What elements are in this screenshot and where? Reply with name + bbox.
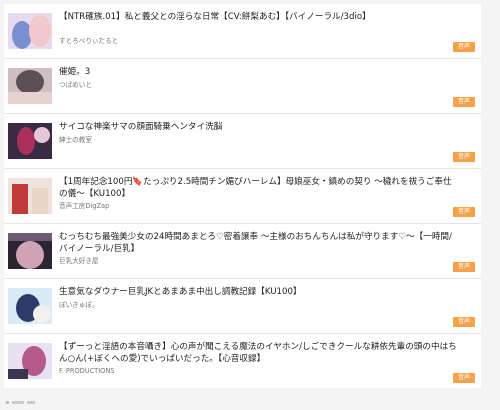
category-badge: 音声	[452, 42, 475, 52]
work-thumbnail[interactable]	[8, 13, 52, 49]
work-title[interactable]: 生意気なダウナー巨乳JKとあまあま中出し調教記録【KU100】	[59, 286, 457, 298]
category-badge: 音声	[452, 97, 475, 107]
category-badge: 音声	[452, 207, 475, 217]
circle-name[interactable]: すとろべりぃたると	[59, 37, 118, 46]
works-list: 【NTR確族.01】私と義父との淫らな日常【CV:餅梨あむ】【バイノーラル/3d…	[4, 4, 481, 388]
circle-name[interactable]: ぽいきゅぽ。	[59, 301, 99, 310]
list-item[interactable]: 【ずーっと淫語の本音囁き】心の声が聞こえる魔法のイヤホン/しごできクールな耕依先…	[4, 334, 481, 389]
work-title[interactable]: サイコな神楽サマの顔面騎乗ヘンタイ洗脳	[59, 121, 457, 133]
list-item[interactable]: サイコな神楽サマの顔面騎乗ヘンタイ洗脳 紳士の教室 音声	[4, 114, 481, 169]
work-title[interactable]: 【ずーっと淫語の本音囁き】心の声が聞こえる魔法のイヤホン/しごできクールな耕依先…	[59, 341, 457, 365]
work-thumbnail[interactable]	[8, 178, 52, 214]
list-item[interactable]: 生意気なダウナー巨乳JKとあまあま中出し調教記録【KU100】 ぽいきゅぽ。 音…	[4, 279, 481, 334]
list-item[interactable]: むっちむち最強美少女の24時間あまとろ♡密着譲奉 ～主様のおちんちんは私が守りま…	[4, 224, 481, 279]
work-thumbnail[interactable]	[8, 343, 52, 379]
category-badge: 音声	[452, 152, 475, 162]
work-title[interactable]: むっちむち最強美少女の24時間あまとろ♡密着譲奉 ～主様のおちんちんは私が守りま…	[59, 231, 457, 255]
work-thumbnail[interactable]	[8, 288, 52, 324]
work-thumbnail[interactable]	[8, 123, 52, 159]
category-badge: 音声	[452, 373, 475, 383]
circle-name[interactable]: 巨乳大好き屋	[59, 257, 99, 266]
work-title[interactable]: 催姫。3	[59, 66, 457, 78]
work-title[interactable]: 【1周年記念100円🔖たっぷり2.5時間チン媚びハーレム】母娘巫女・鎮めの契り …	[59, 176, 457, 200]
list-item[interactable]: 【NTR確族.01】私と義父との淫らな日常【CV:餅梨あむ】【バイノーラル/3d…	[4, 4, 481, 59]
list-item[interactable]: 催姫。3 つばめいと 音声	[4, 59, 481, 114]
category-badge: 音声	[452, 317, 475, 327]
circle-name[interactable]: つばめいと	[59, 81, 92, 90]
circle-name[interactable]: F. PRODUCTIONS	[59, 367, 114, 376]
work-thumbnail[interactable]	[8, 68, 52, 104]
work-thumbnail[interactable]	[8, 233, 52, 269]
circle-name[interactable]: 音声工房DigZap	[59, 202, 109, 211]
circle-name[interactable]: 紳士の教室	[59, 136, 92, 145]
work-title[interactable]: 【NTR確族.01】私と義父との淫らな日常【CV:餅梨あむ】【バイノーラル/3d…	[59, 11, 457, 23]
footer-fragment	[6, 391, 46, 404]
list-item[interactable]: 【1周年記念100円🔖たっぷり2.5時間チン媚びハーレム】母娘巫女・鎮めの契り …	[4, 169, 481, 224]
category-badge: 音声	[452, 262, 475, 272]
